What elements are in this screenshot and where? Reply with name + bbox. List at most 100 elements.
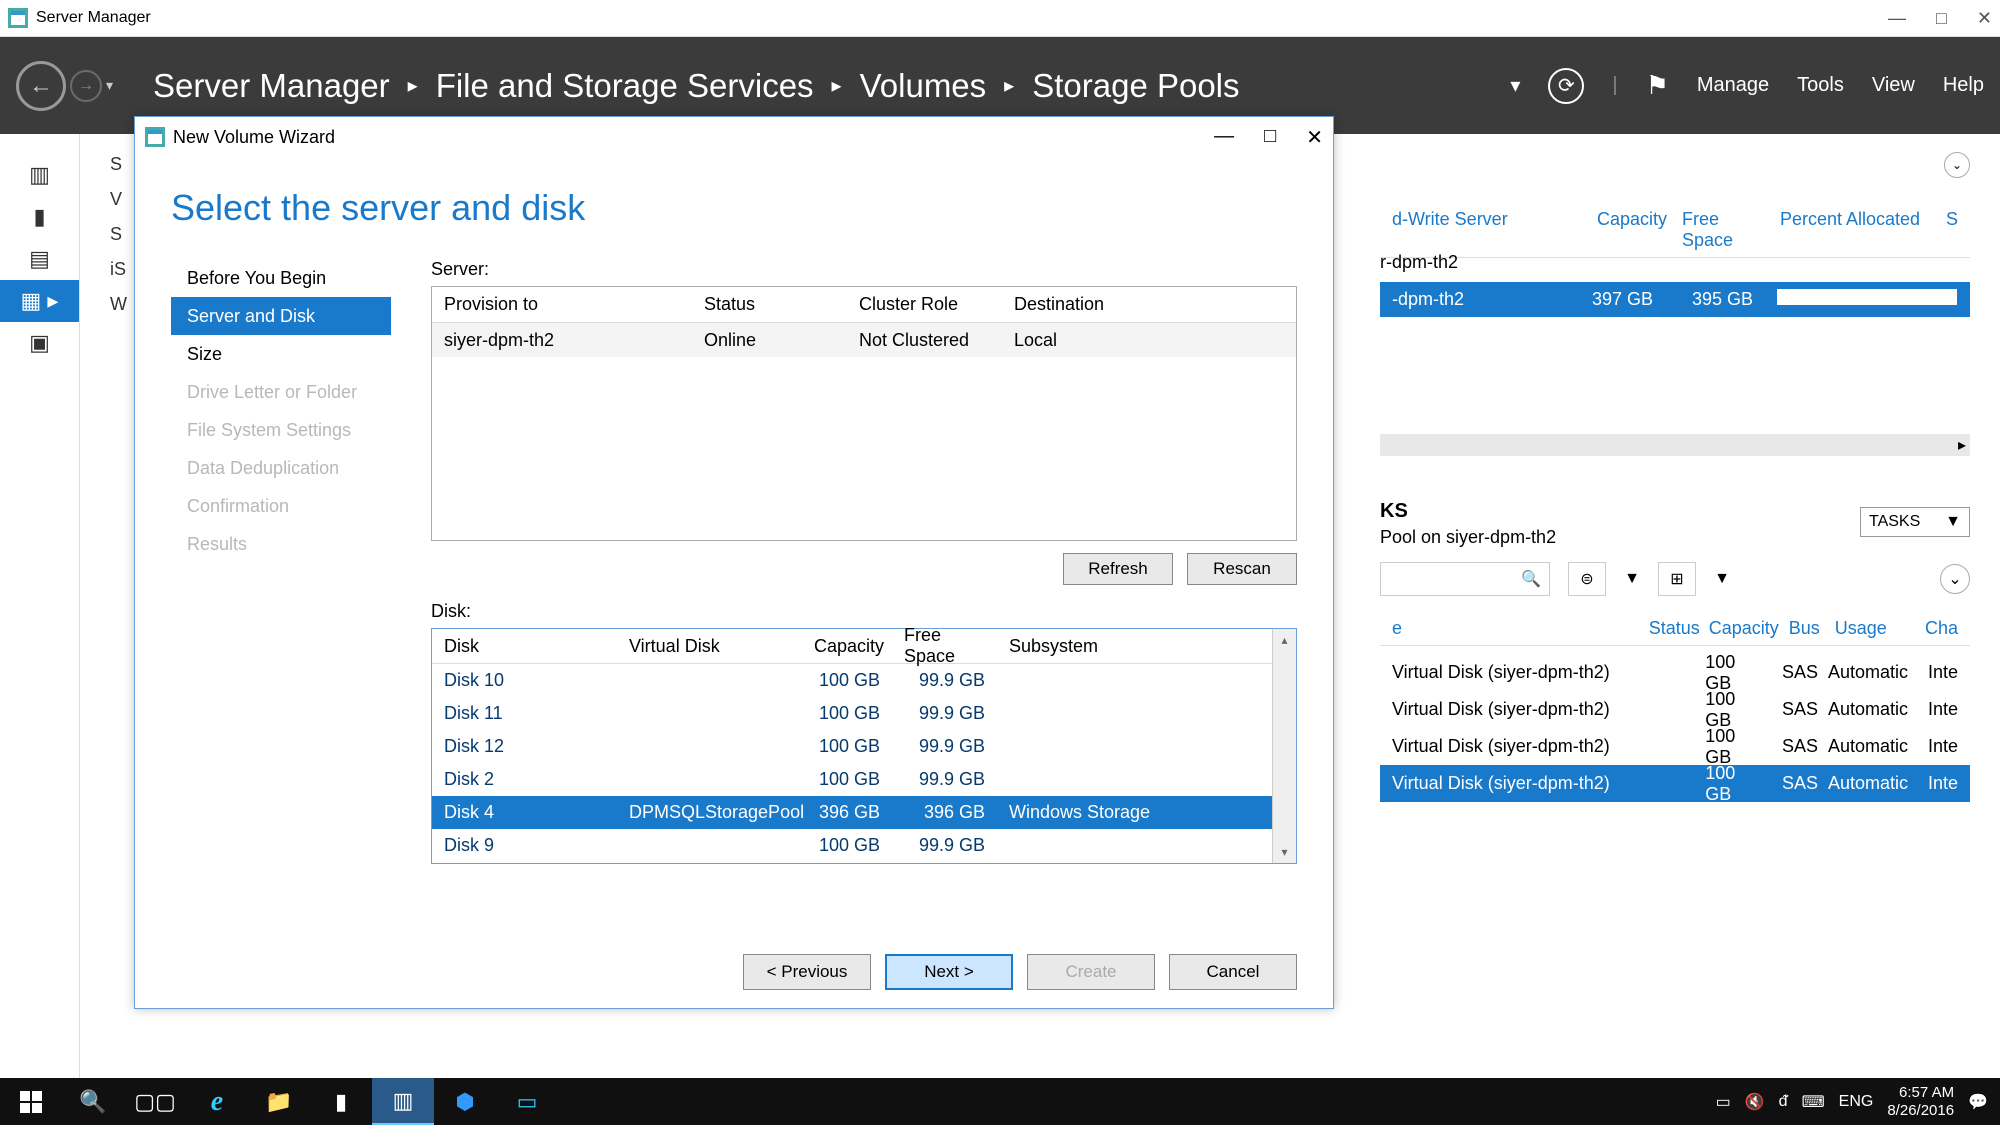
window-title: Server Manager [36,9,1888,27]
wizard-maximize-button[interactable]: □ [1264,125,1276,150]
tray-keyboard-icon[interactable]: ⌨ [1802,1092,1825,1112]
wizard-nav-item: Results [171,525,391,563]
wizard-minimize-button[interactable]: — [1214,125,1234,150]
nav-back-button[interactable]: ← [16,61,66,111]
col-header[interactable]: Status [1637,618,1697,639]
disk-row[interactable]: Disk 9100 GB99.9 GB [432,829,1272,862]
titlebar: Server Manager — □ ✕ [0,0,2000,37]
wizard-nav-item[interactable]: Server and Disk [171,297,391,335]
file-explorer-icon[interactable]: 📁 [248,1078,310,1125]
col-header[interactable]: Provision to [432,294,692,315]
tray-ease-icon[interactable]: ᵭ [1779,1093,1788,1111]
rail-label: W [110,294,127,315]
tray-language[interactable]: ENG [1839,1093,1874,1111]
bg-horizontal-scrollbar[interactable]: ▸ [1380,434,1970,456]
tasks-dropdown[interactable]: TASKS▼ [1860,507,1970,537]
start-button[interactable] [0,1078,62,1125]
flag-icon[interactable]: ⚑ [1646,70,1669,101]
rail-storage-pools-icon[interactable]: ▦ ▸ [0,280,79,322]
breadcrumb-item[interactable]: Server Manager [153,67,390,105]
tray-notifications-icon[interactable]: 💬 [1968,1092,1988,1112]
wizard-nav-item: Data Deduplication [171,449,391,487]
col-header[interactable]: Usage [1823,618,1913,639]
close-button[interactable]: ✕ [1977,8,1992,29]
collapse-icon[interactable]: ⌄ [1944,152,1970,178]
rescan-button[interactable]: Rescan [1187,553,1297,585]
rail-volumes-icon[interactable]: ▮ [0,196,79,238]
col-header[interactable]: Free Space [1670,209,1768,251]
breadcrumb-dropdown[interactable]: ▾ [1510,73,1520,98]
col-header[interactable]: Cha [1913,618,1970,639]
disk-list-scrollbar[interactable]: ▴▾ [1272,629,1296,863]
app-icon-1[interactable]: ⬢ [434,1078,496,1125]
refresh-button[interactable]: Refresh [1063,553,1173,585]
filter-icon[interactable]: ⊜ [1568,562,1606,596]
col-header[interactable]: Virtual Disk [617,636,802,657]
physical-disk-row[interactable]: Virtual Disk (siyer-dpm-th2)100 GBSASAut… [1380,654,1970,691]
wizard-close-button[interactable]: ✕ [1306,125,1323,150]
disk-row[interactable]: Disk 11100 GB99.9 GB [432,697,1272,730]
col-header[interactable]: e [1380,618,1637,639]
bg-selected-row[interactable]: -dpm-th2 397 GB 395 GB [1380,282,1970,317]
cell: Online [692,330,847,351]
wizard-nav-item[interactable]: Size [171,335,391,373]
nav-forward-button[interactable]: → [70,70,102,102]
filter-dropdown[interactable]: ▼ [1624,570,1640,588]
server-manager-icon[interactable]: ▥ [372,1078,434,1125]
app-icon-2[interactable]: ▭ [496,1078,558,1125]
col-header[interactable]: Capacity [1697,618,1777,639]
disk-row[interactable]: Disk 4DPMSQLStoragePool396 GB396 GBWindo… [432,796,1272,829]
physical-disk-row[interactable]: Virtual Disk (siyer-dpm-th2)100 GBSASAut… [1380,765,1970,802]
tray-network-icon[interactable]: ▭ [1716,1092,1731,1112]
col-header[interactable]: Bus [1777,618,1823,639]
refresh-icon[interactable]: ⟳ [1548,68,1584,104]
col-header[interactable]: Subsystem [997,636,1110,657]
server-row[interactable]: siyer-dpm-th2 Online Not Clustered Local [432,323,1296,357]
rail-servers-icon[interactable]: ▥ [0,154,79,196]
cancel-button[interactable]: Cancel [1169,954,1297,990]
expand-icon[interactable]: ⌄ [1940,564,1970,594]
menu-tools[interactable]: Tools [1797,74,1844,97]
menu-view[interactable]: View [1872,74,1915,97]
cmd-icon[interactable]: ▮ [310,1078,372,1125]
search-input[interactable]: 🔍 [1380,562,1550,596]
tray-volume-icon[interactable]: 🔇 [1745,1092,1765,1112]
breadcrumb-item[interactable]: Volumes [860,67,987,105]
nav-history-dropdown[interactable]: ▾ [106,77,113,94]
col-header[interactable]: S [1934,209,1970,251]
col-header[interactable]: Percent Allocated [1768,209,1934,251]
col-header[interactable]: Capacity [802,636,892,657]
col-header[interactable]: Disk [432,636,617,657]
ie-icon[interactable]: e [186,1078,248,1125]
previous-button[interactable]: < Previous [743,954,871,990]
col-header[interactable]: Destination [1002,294,1116,315]
disk-row[interactable]: Disk 2100 GB99.9 GB [432,763,1272,796]
minimize-button[interactable]: — [1888,8,1906,29]
next-button[interactable]: Next > [885,954,1013,990]
physical-disk-row[interactable]: Virtual Disk (siyer-dpm-th2)100 GBSASAut… [1380,728,1970,765]
disk-row[interactable]: Disk 10100 GB99.9 GB [432,664,1272,697]
search-icon[interactable]: 🔍 [62,1078,124,1125]
col-header[interactable]: Free Space [892,625,997,667]
bg-right-panel: ⌄ d-Write Server Capacity Free Space Per… [1380,134,2000,1078]
wizard-nav-item[interactable]: Before You Begin [171,259,391,297]
cell: Not Clustered [847,330,1002,351]
physical-disk-row[interactable]: Virtual Disk (siyer-dpm-th2)100 GBSASAut… [1380,691,1970,728]
create-button[interactable]: Create [1027,954,1155,990]
col-header[interactable]: d-Write Server [1380,209,1585,251]
task-view-icon[interactable]: ▢▢ [124,1078,186,1125]
menu-manage[interactable]: Manage [1697,74,1769,97]
col-header[interactable]: Status [692,294,847,315]
col-header[interactable]: Capacity [1585,209,1670,251]
rail-disks-icon[interactable]: ▤ [0,238,79,280]
view-icon[interactable]: ⊞ [1658,562,1696,596]
breadcrumb-item[interactable]: Storage Pools [1032,67,1239,105]
menu-help[interactable]: Help [1943,74,1984,97]
breadcrumb-item[interactable]: File and Storage Services [436,67,814,105]
rail-shares-icon[interactable]: ▣ [0,322,79,364]
col-header[interactable]: Cluster Role [847,294,1002,315]
maximize-button[interactable]: □ [1936,8,1947,29]
tray-clock[interactable]: 6:57 AM 8/26/2016 [1887,1084,1954,1119]
disk-row[interactable]: Disk 12100 GB99.9 GB [432,730,1272,763]
view-dropdown[interactable]: ▼ [1714,570,1730,588]
